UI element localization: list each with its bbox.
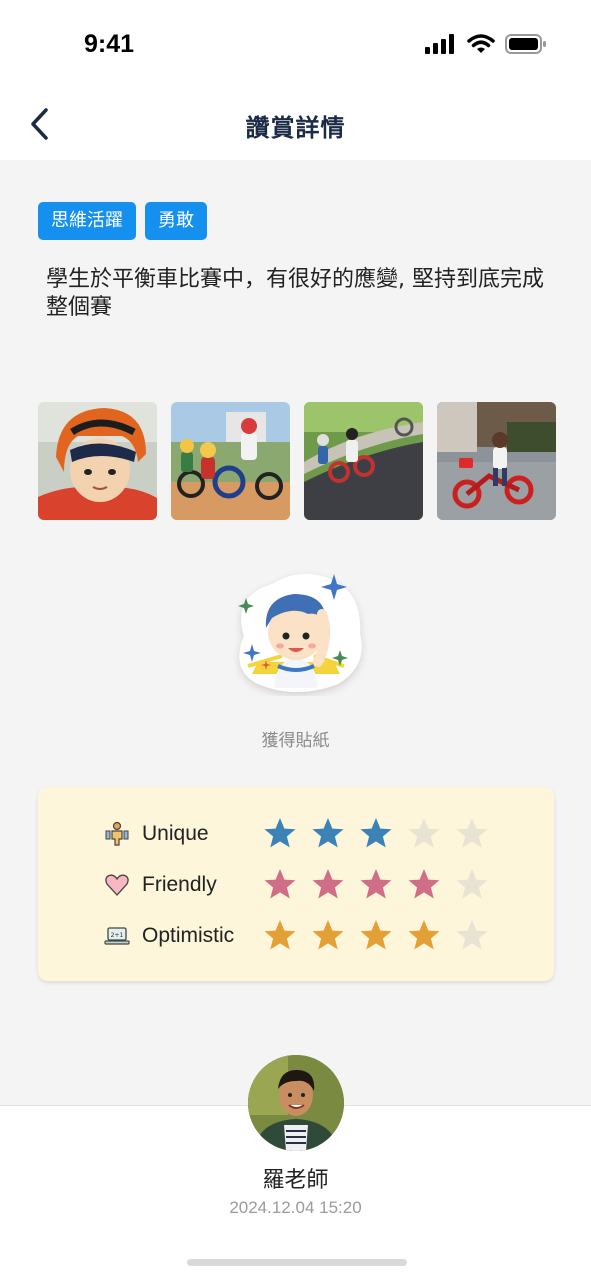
star-filled-icon — [312, 920, 344, 950]
photo-thumbnail[interactable] — [437, 402, 556, 520]
star-rating — [262, 816, 490, 852]
rating-card: Unique Friendly 2+1 Optimistic — [38, 787, 554, 981]
teacher-avatar — [248, 1055, 344, 1151]
photo-thumbnail[interactable] — [304, 402, 423, 520]
star-filled-icon — [264, 818, 296, 848]
unique-person-icon — [104, 821, 130, 847]
heart-icon — [104, 872, 130, 898]
status-time: 9:41 — [84, 30, 135, 58]
wifi-icon — [467, 34, 495, 53]
rating-row-optimistic: 2+1 Optimistic — [104, 916, 490, 956]
rating-label: Optimistic — [142, 924, 235, 947]
star-filled-icon — [264, 869, 296, 899]
home-indicator — [187, 1259, 407, 1266]
kids-track-photo — [304, 402, 423, 520]
star-rating — [262, 867, 490, 903]
star-filled-icon — [360, 818, 392, 848]
tag-chip: 勇敢 — [145, 202, 207, 240]
photo-thumbnail[interactable] — [171, 402, 290, 520]
system-icons — [425, 34, 547, 54]
rating-label: Unique — [142, 822, 209, 845]
star-empty-icon — [456, 869, 488, 899]
signal-icon — [425, 34, 454, 54]
tag-list: 思維活躍 勇敢 — [38, 202, 207, 240]
nav-bar: 讚賞詳情 — [0, 90, 591, 160]
page-title: 讚賞詳情 — [245, 114, 346, 142]
kids-racing-photo — [171, 402, 290, 520]
child-helmet-photo — [38, 402, 157, 520]
star-rating — [262, 918, 490, 954]
photo-gallery — [38, 402, 556, 520]
star-filled-icon — [312, 818, 344, 848]
tag-chip: 思維活躍 — [38, 202, 136, 240]
sticker-caption: 獲得貼紙 — [261, 731, 330, 751]
teacher-name: 羅老師 — [262, 1168, 329, 1193]
star-empty-icon — [408, 818, 440, 848]
photo-thumbnail[interactable] — [38, 402, 157, 520]
rating-label: Friendly — [142, 873, 217, 896]
happy-boy-sparkle-sticker-icon — [238, 573, 362, 692]
star-empty-icon — [456, 818, 488, 848]
rating-row-unique: Unique — [104, 814, 490, 854]
battery-icon — [505, 34, 546, 54]
rating-row-friendly: Friendly — [104, 865, 490, 905]
red-balance-bike-photo — [437, 402, 556, 520]
appreciation-description: 學生於平衡車比賽中，有很好的應變, 堅持到底完成整個賽 — [46, 267, 544, 320]
star-filled-icon — [312, 869, 344, 899]
star-filled-icon — [264, 920, 296, 950]
star-filled-icon — [408, 869, 440, 899]
sticker-image — [222, 566, 370, 696]
svg-text:2+1: 2+1 — [111, 932, 124, 939]
star-empty-icon — [456, 920, 488, 950]
star-filled-icon — [360, 869, 392, 899]
status-bar: 9:41 — [0, 0, 591, 90]
appreciation-timestamp: 2024.12.04 15:20 — [229, 1198, 362, 1217]
laptop-icon: 2+1 — [104, 923, 130, 949]
star-filled-icon — [408, 920, 440, 950]
star-filled-icon — [360, 920, 392, 950]
